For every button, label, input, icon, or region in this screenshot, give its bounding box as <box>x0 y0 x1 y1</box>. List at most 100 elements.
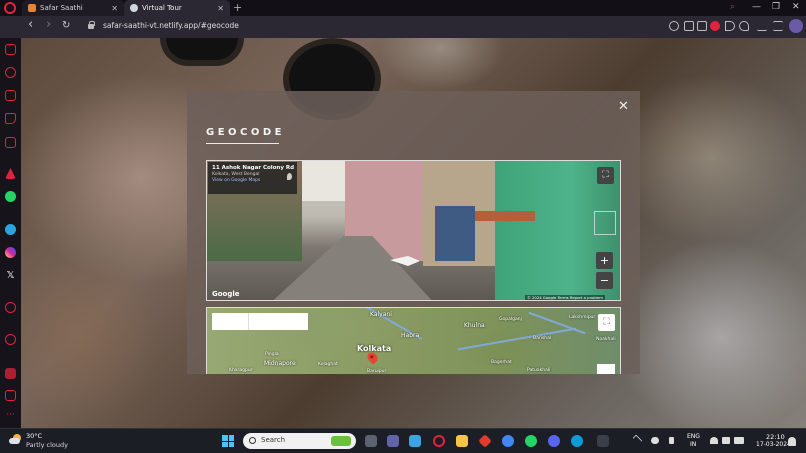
clock-icon[interactable] <box>5 334 16 345</box>
tab-close-icon[interactable]: ✕ <box>111 4 118 13</box>
tray-chevron-icon[interactable] <box>632 434 643 445</box>
edit-icon[interactable] <box>684 21 694 31</box>
forward-button[interactable]: › <box>46 17 51 32</box>
new-tab-button[interactable]: + <box>233 1 242 14</box>
download-icon[interactable] <box>757 21 767 31</box>
language-indicator[interactable]: ENG <box>687 433 700 440</box>
street-view-city: Kolkata, West Bengal <box>212 172 260 177</box>
file-explorer-icon[interactable] <box>456 435 468 447</box>
microphone-icon[interactable] <box>669 437 674 444</box>
weather-condition[interactable]: Partly cloudy <box>26 441 68 449</box>
instagram-icon[interactable] <box>5 247 16 258</box>
extension-icon[interactable] <box>5 368 16 379</box>
edge-icon[interactable] <box>571 435 583 447</box>
arc-icon[interactable] <box>5 168 16 179</box>
wifi-icon[interactable] <box>710 437 718 444</box>
adblock-icon[interactable] <box>710 21 720 31</box>
map-type-control[interactable] <box>212 313 308 330</box>
heart-icon[interactable] <box>739 21 749 31</box>
teams-icon[interactable] <box>387 435 399 447</box>
cloud-shape <box>9 438 20 444</box>
street-view-sky <box>297 161 347 201</box>
store-icon[interactable] <box>409 435 421 447</box>
settings-icon[interactable] <box>5 302 16 313</box>
globe-favicon-icon <box>130 4 138 12</box>
title-underline <box>206 143 279 144</box>
map-label: Barishal <box>533 336 552 341</box>
wallet-icon[interactable] <box>5 390 16 401</box>
opera-sidebar: 𝕏 ··· <box>0 38 21 428</box>
search-icon <box>249 437 256 444</box>
reload-button[interactable]: ↻ <box>62 20 70 31</box>
windows-start-icon[interactable] <box>222 435 234 447</box>
instagram-alt-icon[interactable] <box>5 137 16 148</box>
map-label: Khulna <box>464 322 485 329</box>
map-fullscreen-button[interactable]: ⛶ <box>598 314 615 331</box>
x-icon[interactable]: 𝕏 <box>5 270 16 281</box>
send-icon[interactable] <box>725 21 735 31</box>
tab-virtual-tour[interactable]: Virtual Tour ✕ <box>124 0 230 16</box>
view-on-google-maps-link[interactable]: View on Google Maps <box>212 178 293 183</box>
map-label: Bagerhat <box>491 360 512 365</box>
map-label: Patuakhali <box>527 368 551 373</box>
camera-icon[interactable] <box>697 21 707 31</box>
chrome-icon[interactable] <box>502 435 514 447</box>
weather-temperature[interactable]: 30°C <box>26 432 42 440</box>
google-logo: Google <box>212 290 240 298</box>
back-button[interactable]: ‹ <box>28 17 33 32</box>
minimize-button[interactable]: — <box>752 2 761 12</box>
restore-button[interactable]: ❐ <box>772 2 780 12</box>
task-view-icon[interactable] <box>365 435 377 447</box>
taskbar-search[interactable]: Search <box>243 433 356 449</box>
map-label: Lakshmipur <box>569 315 596 320</box>
map-label: Midnapore <box>264 360 296 367</box>
whatsapp-icon[interactable] <box>5 191 16 202</box>
app-dark-icon[interactable] <box>597 435 609 447</box>
aria-icon[interactable] <box>5 44 16 55</box>
taskbar-date[interactable]: 17-03-2024 <box>756 441 791 448</box>
language-region[interactable]: IN <box>690 441 696 448</box>
shopping-icon[interactable] <box>5 90 16 101</box>
telegram-icon[interactable] <box>5 224 16 235</box>
opera-taskbar-icon[interactable] <box>433 435 445 447</box>
street-view-panel[interactable]: 11 Ashok Nagar Colony Rd Kolkata, West B… <box>206 160 621 301</box>
more-icon[interactable]: ··· <box>5 411 16 423</box>
profile-avatar[interactable] <box>789 19 803 33</box>
tab-search-icon[interactable]: ⌕ <box>730 2 735 12</box>
map-label: Kharagpur <box>229 368 253 373</box>
opera-menu-icon[interactable] <box>4 2 16 14</box>
street-view-blue-shutter <box>435 206 475 261</box>
map-type-divider <box>248 313 249 330</box>
search-highlight-icon <box>331 436 351 446</box>
window-close-button[interactable]: ✕ <box>792 2 800 12</box>
modal-close-button[interactable]: ✕ <box>618 99 629 114</box>
partly-cloudy-icon[interactable] <box>9 434 21 444</box>
map-panel[interactable]: Kalyani Habra Khulna Gopalganj Lakshmipu… <box>206 307 621 374</box>
onedrive-icon[interactable] <box>651 437 659 444</box>
zoom-in-button[interactable]: + <box>596 252 613 269</box>
street-view-fullscreen-button[interactable]: ⛶ <box>597 167 614 184</box>
discord-icon[interactable] <box>548 435 560 447</box>
map-label-kolkata: Kolkata <box>357 344 392 353</box>
twitch-icon[interactable] <box>5 113 16 124</box>
address-bar: ‹ › ↻ safar-saathi-vt.netlify.app/#geoco… <box>0 16 806 38</box>
search-placeholder: Search <box>261 436 286 444</box>
easy-setup-icon[interactable] <box>773 21 783 31</box>
lens-icon[interactable] <box>669 21 679 31</box>
url-field[interactable]: safar-saathi-vt.netlify.app/#geocode <box>103 21 239 30</box>
street-view-attribution[interactable]: © 2024 Google Terms Report a problem <box>525 295 605 300</box>
volume-icon[interactable] <box>722 437 730 444</box>
map-zoom-control[interactable] <box>597 364 615 374</box>
compass-icon[interactable] <box>594 211 616 235</box>
battery-icon[interactable] <box>734 437 744 444</box>
whatsapp-taskbar-icon[interactable] <box>525 435 537 447</box>
tab-safar-saathi[interactable]: Safar Saathi ✕ <box>22 0 124 16</box>
map-label: Baruipur <box>367 369 387 374</box>
tab-close-icon[interactable]: ✕ <box>217 4 224 13</box>
app-red-icon[interactable] <box>478 434 492 448</box>
location-pin-icon <box>287 173 292 180</box>
taskbar-clock[interactable]: 22:10 <box>766 433 785 441</box>
notification-icon[interactable] <box>788 437 796 446</box>
zoom-out-button[interactable]: − <box>596 272 613 289</box>
gaming-icon[interactable] <box>5 67 16 78</box>
